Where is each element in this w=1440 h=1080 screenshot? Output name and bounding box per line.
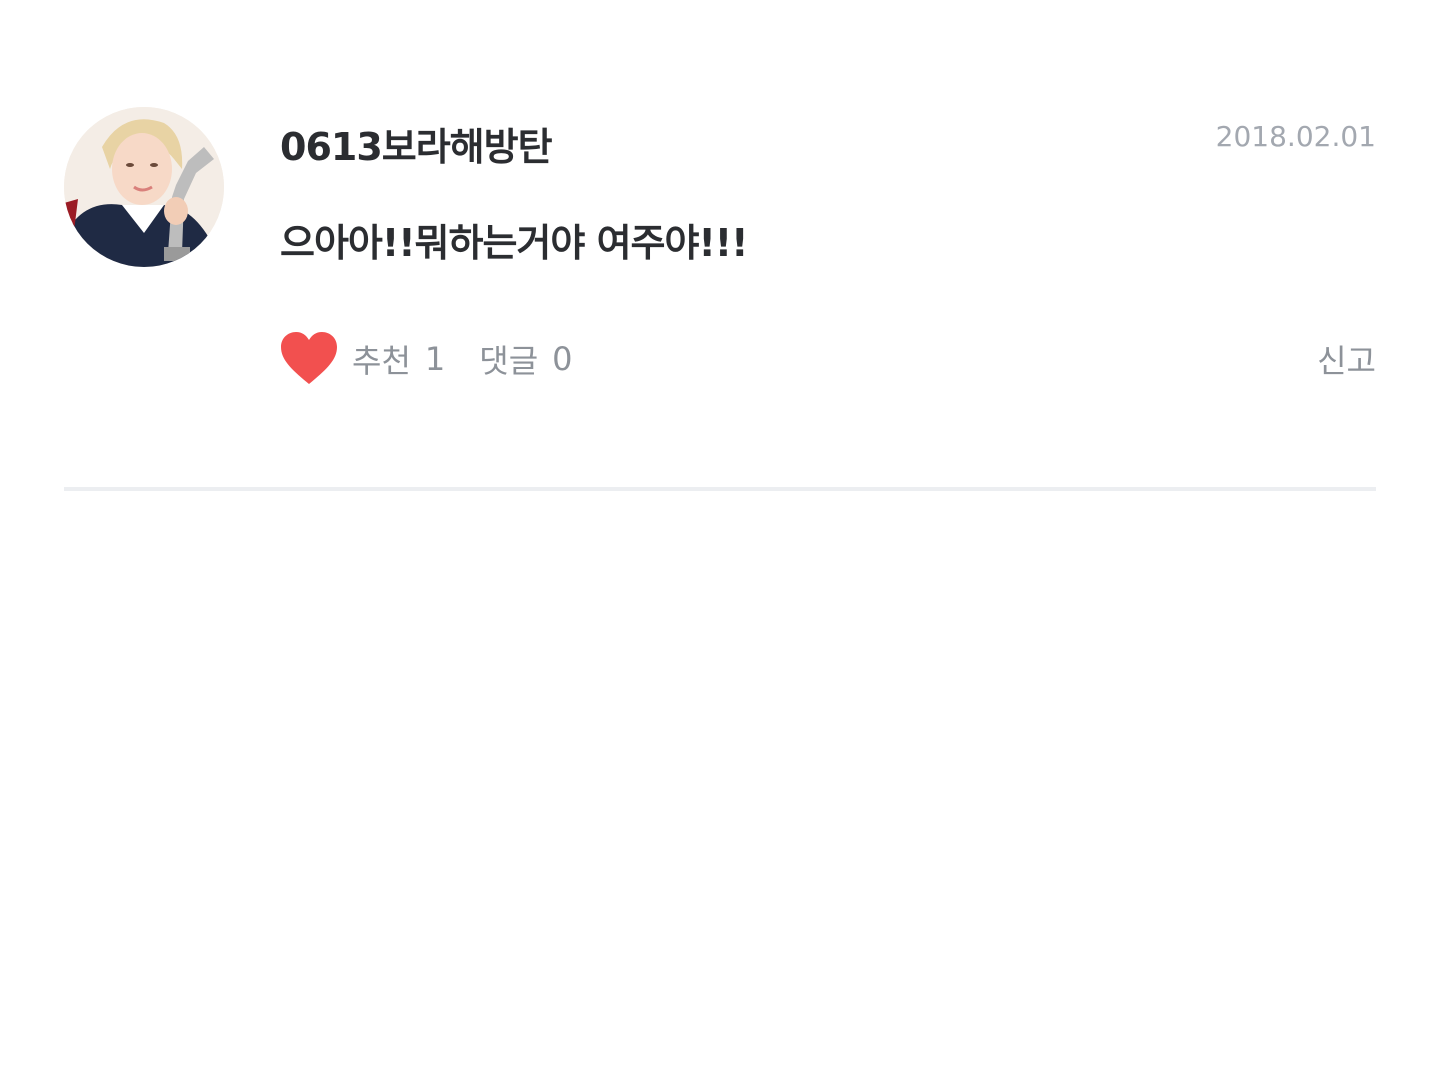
like-label: 추천 — [352, 342, 411, 380]
reply-label: 댓글 — [479, 342, 539, 380]
like-count: 1 — [424, 340, 446, 378]
comment-actions: 추천 1 댓글 0 — [280, 330, 573, 388]
heart-icon — [281, 332, 337, 384]
report-button[interactable]: 신고 — [1317, 336, 1376, 382]
like-button[interactable]: 추천 1 — [280, 332, 445, 386]
reply-count: 0 — [552, 340, 573, 378]
user-avatar[interactable] — [64, 107, 224, 267]
avatar-photo-icon — [64, 107, 224, 267]
comment-author[interactable]: 0613보라해방탄 — [280, 116, 553, 171]
comment-date: 2018.02.01 — [1215, 120, 1376, 153]
reply-button[interactable]: 댓글 0 — [479, 336, 572, 382]
comment-item: 0613보라해방탄 2018.02.01 으아아!!뭐하는거야 여주야!!! 추… — [64, 0, 1376, 492]
divider — [64, 487, 1376, 491]
comment-text: 으아아!!뭐하는거야 여주야!!! — [280, 221, 748, 265]
